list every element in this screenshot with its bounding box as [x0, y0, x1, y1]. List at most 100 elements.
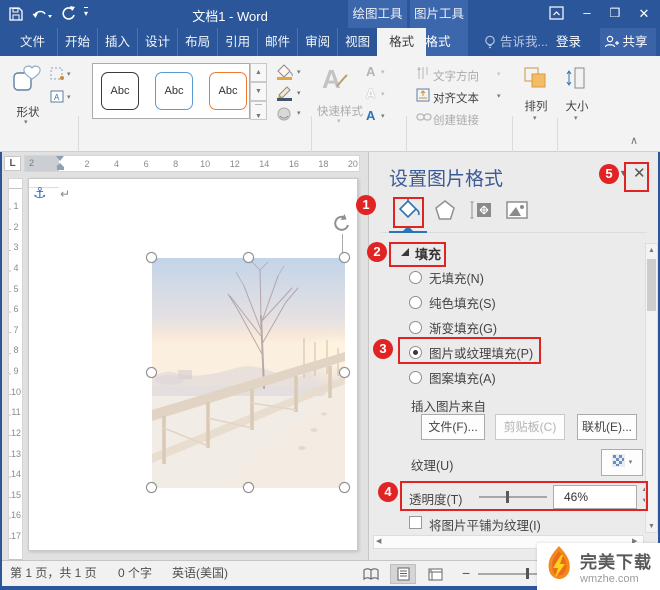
gallery-up-icon[interactable]: ▲ [250, 63, 267, 82]
arrange-button[interactable]: 排列 [517, 98, 555, 114]
text-outline-dropdown-arrow[interactable]: ▾ [381, 90, 385, 98]
resize-handle-bottom-middle[interactable] [243, 482, 254, 493]
qat-customize-icon[interactable]: ▾ [84, 7, 89, 19]
shape-outline-icon[interactable] [276, 85, 294, 107]
shape-effects-icon[interactable] [276, 106, 294, 127]
shapes-button[interactable]: 形状 [10, 104, 46, 120]
radio-row[interactable]: 图案填充(A) [409, 366, 496, 388]
resize-handle-bottom-left[interactable] [146, 482, 157, 493]
word-count[interactable]: 0 个字 [118, 561, 152, 586]
maximize-button[interactable]: ❒ [604, 0, 626, 28]
shapes-dropdown-arrow[interactable]: ▾ [24, 118, 28, 126]
text-outline-icon[interactable]: A [366, 86, 375, 101]
undo-icon[interactable] [31, 6, 53, 27]
radio-row[interactable]: 无填充(N) [409, 266, 484, 288]
shape-fill-dropdown-arrow[interactable]: ▾ [297, 68, 301, 76]
text-effects-dropdown-arrow[interactable]: ▾ [381, 112, 385, 120]
fill-radio[interactable] [409, 270, 422, 284]
size-button[interactable]: 大小 [558, 98, 596, 114]
resize-handle-middle-right[interactable] [339, 367, 350, 378]
text-fill-dropdown-arrow[interactable]: ▾ [381, 68, 385, 76]
fill-radio[interactable] [409, 320, 422, 334]
texture-dropdown-button[interactable]: ▾ [601, 449, 643, 476]
zoom-slider-track[interactable] [478, 573, 538, 575]
resize-handle-bottom-right[interactable] [339, 482, 350, 493]
text-effects-icon[interactable]: A [366, 108, 375, 123]
gallery-more-icon[interactable]: ⎺ ▼ [250, 101, 267, 120]
shape-effects-dropdown-arrow[interactable]: ▾ [297, 109, 301, 117]
radio-row[interactable]: 渐变填充(G) [409, 316, 497, 338]
ribbon-tab[interactable]: 设计 [137, 28, 177, 56]
align-text-dropdown-arrow[interactable]: ▾ [497, 92, 501, 100]
fill-radio[interactable] [409, 370, 422, 384]
shape-styles-gallery[interactable]: Abc Abc Abc [92, 63, 250, 119]
align-text-button[interactable]: 对齐文本 [433, 90, 479, 106]
tell-me-box[interactable]: 告诉我... [500, 28, 548, 56]
share-button[interactable]: 共享 [600, 28, 656, 56]
shapes-gallery-icon[interactable] [12, 64, 44, 103]
ribbon-tab[interactable]: 审阅 [297, 28, 337, 56]
scroll-down-icon[interactable]: ▼ [646, 520, 657, 534]
selected-picture[interactable] [152, 258, 352, 488]
shape-outline-dropdown-arrow[interactable]: ▾ [297, 89, 301, 97]
text-box-dropdown-arrow[interactable]: ▾ [67, 93, 71, 101]
arrange-icon [523, 66, 549, 95]
effects-tab-icon[interactable] [431, 196, 459, 224]
align-text-icon[interactable] [416, 88, 430, 107]
active-tab-indicator [389, 231, 427, 233]
gallery-down-icon[interactable]: ▼ [250, 82, 267, 101]
language-indicator[interactable]: 英语(美国) [172, 561, 228, 586]
resize-handle-top-left[interactable] [146, 252, 157, 263]
read-mode-icon[interactable] [358, 564, 384, 584]
ribbon-display-options-icon[interactable] [548, 5, 566, 27]
window-title: 文档1 - Word [192, 9, 268, 24]
edit-shape-icon[interactable] [50, 67, 65, 86]
picture-tab-icon[interactable] [503, 196, 531, 224]
arrange-dropdown-arrow[interactable]: ▾ [533, 114, 537, 122]
ribbon-tab[interactable]: 引用 [217, 28, 257, 56]
online-button[interactable]: 联机(E)... [577, 414, 637, 440]
ribbon-tab[interactable]: 文件 [8, 28, 57, 56]
fill-radio[interactable] [409, 295, 422, 309]
text-box-icon[interactable]: A [50, 90, 65, 109]
ribbon-tab[interactable]: 插入 [97, 28, 137, 56]
scroll-left-icon[interactable]: ◀ [376, 536, 381, 548]
zoom-out-icon[interactable]: − [462, 561, 470, 585]
page-indicator[interactable]: 第 1 页，共 1 页 [10, 561, 97, 586]
print-layout-icon[interactable] [390, 564, 416, 584]
size-dropdown-arrow[interactable]: ▾ [574, 114, 578, 122]
tab-selector[interactable]: L [4, 156, 21, 171]
shape-style-sample[interactable]: Abc [99, 67, 141, 115]
left-indent-marker[interactable] [56, 167, 64, 170]
scroll-thumb[interactable] [647, 259, 656, 311]
ribbon-tab[interactable]: 布局 [177, 28, 217, 56]
radio-row[interactable]: 纯色填充(S) [409, 291, 496, 313]
file-button[interactable]: 文件(F)... [421, 414, 485, 440]
resize-handle-top-middle[interactable] [243, 252, 254, 263]
edit-shape-dropdown-arrow[interactable]: ▾ [67, 70, 71, 78]
web-layout-icon[interactable] [422, 564, 448, 584]
text-fill-icon[interactable]: A [366, 64, 375, 79]
resize-handle-top-right[interactable] [339, 252, 350, 263]
tile-checkbox[interactable] [409, 516, 422, 529]
radio-label: 无填充(N) [429, 271, 484, 286]
shape-fill-icon[interactable] [276, 64, 294, 86]
layout-size-tab-icon[interactable] [467, 196, 495, 224]
texture-swatch-icon [611, 451, 625, 475]
resize-handle-middle-left[interactable] [146, 367, 157, 378]
ribbon-tab[interactable]: 开始 [57, 28, 97, 56]
scroll-up-icon[interactable]: ▲ [646, 244, 657, 258]
shape-style-sample[interactable]: Abc [153, 67, 195, 115]
shape-style-sample[interactable]: Abc [207, 67, 249, 115]
first-line-indent-marker[interactable] [56, 156, 64, 161]
sign-in-button[interactable]: 登录 [556, 28, 581, 56]
redo-icon[interactable] [60, 5, 77, 27]
tab-picture-format[interactable]: 格式 [413, 28, 463, 56]
minimize-button[interactable]: – [576, 0, 598, 28]
ribbon-tab[interactable]: 邮件 [257, 28, 297, 56]
ribbon-tab[interactable]: 视图 [337, 28, 377, 56]
zoom-slider-thumb[interactable] [526, 568, 529, 579]
close-window-button[interactable]: ✕ [632, 0, 656, 28]
collapse-ribbon-icon[interactable]: ∧ [630, 134, 638, 147]
save-icon[interactable] [8, 6, 24, 27]
